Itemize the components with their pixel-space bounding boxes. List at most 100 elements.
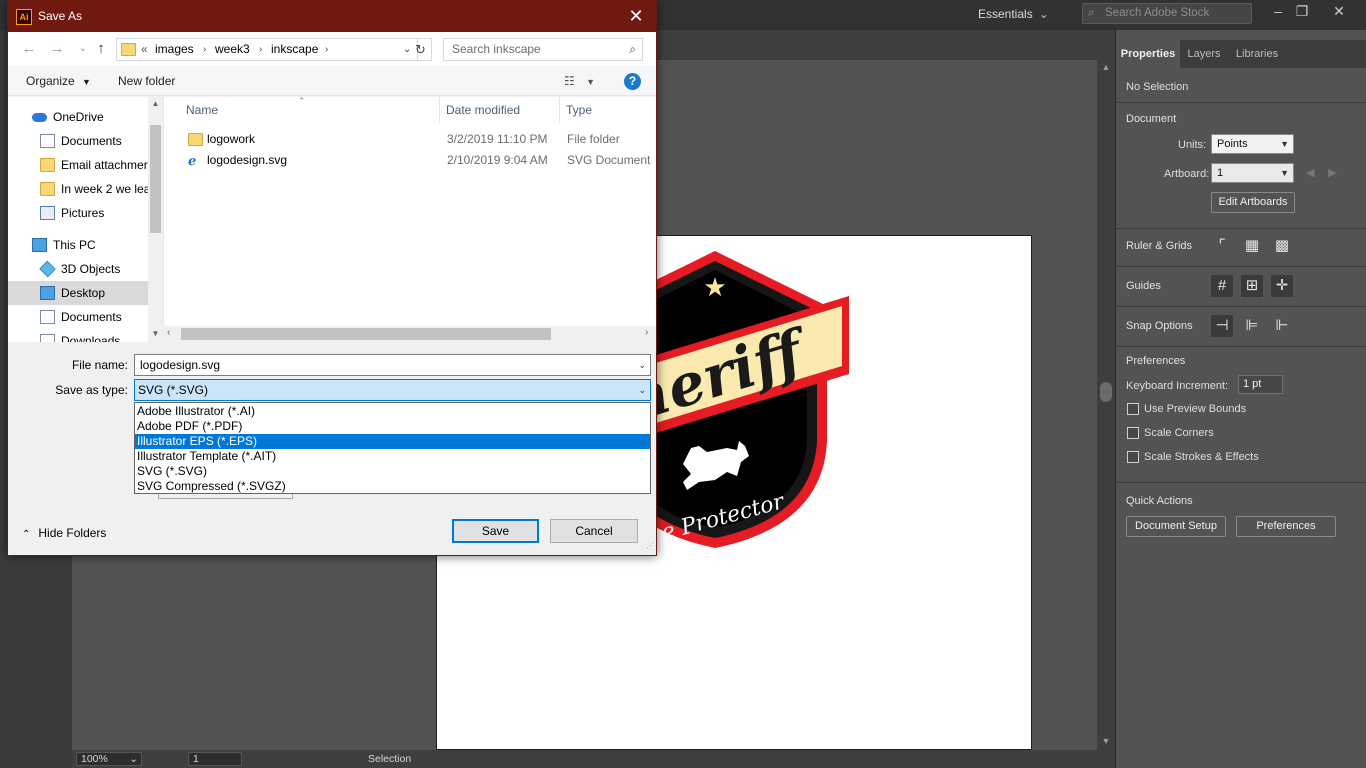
column-header-date[interactable]: Date modified bbox=[440, 97, 560, 123]
close-icon[interactable]: ✕ bbox=[1322, 0, 1356, 26]
save-button[interactable]: Save bbox=[452, 519, 539, 543]
scroll-thumb[interactable] bbox=[150, 125, 161, 233]
nav-item-documents[interactable]: Documents bbox=[8, 129, 148, 153]
back-arrow-icon[interactable]: ← bbox=[18, 38, 40, 60]
chevron-right-icon[interactable]: › bbox=[203, 39, 206, 60]
file-name-input[interactable]: logodesign.svg ⌄ bbox=[134, 354, 651, 376]
column-header-name[interactable]: Name ⌃ bbox=[180, 96, 440, 123]
scale-corners-checkbox[interactable] bbox=[1127, 427, 1139, 439]
file-row-logowork[interactable]: logowork 3/2/2019 11:10 PM File folder bbox=[164, 129, 657, 150]
scroll-down-icon[interactable]: ▼ bbox=[148, 329, 163, 338]
snap-to-glyph-icon[interactable]: ⊩ bbox=[1271, 315, 1293, 337]
ruler-icon[interactable]: ⌜ bbox=[1211, 235, 1233, 257]
breadcrumb-inkscape[interactable]: inkscape bbox=[271, 39, 318, 60]
snap-to-point-icon[interactable]: ⊣ bbox=[1211, 315, 1233, 337]
scale-corners-label: Scale Corners bbox=[1144, 427, 1214, 439]
nav-item-this-pc[interactable]: This PC bbox=[8, 233, 148, 257]
view-options-icon[interactable]: ☷ ▼ bbox=[564, 66, 595, 97]
chevron-down-icon: ▼ bbox=[1280, 139, 1289, 149]
scroll-left-icon[interactable]: ‹ bbox=[167, 327, 170, 338]
next-artboard-icon[interactable]: ▶ bbox=[1328, 166, 1336, 179]
nav-item-desktop[interactable]: Desktop bbox=[8, 281, 148, 305]
type-option-pdf[interactable]: Adobe PDF (*.PDF) bbox=[135, 419, 650, 434]
breadcrumb-overflow[interactable]: « bbox=[141, 39, 148, 60]
scale-strokes-checkbox[interactable] bbox=[1127, 451, 1139, 463]
nav-item-week2[interactable]: In week 2 we lea bbox=[8, 177, 148, 201]
snap-options-heading: Snap Options bbox=[1126, 320, 1193, 332]
close-icon[interactable]: ✕ bbox=[616, 1, 656, 32]
organize-label: Organize bbox=[26, 74, 75, 88]
nav-item-documents-pc[interactable]: Documents bbox=[8, 305, 148, 329]
nav-item-onedrive[interactable]: OneDrive bbox=[8, 105, 148, 129]
resize-grip-icon[interactable]: ⋰ bbox=[646, 541, 654, 550]
type-option-ait[interactable]: Illustrator Template (*.AIT) bbox=[135, 449, 650, 464]
file-list-scrollbar[interactable]: ‹ › bbox=[163, 326, 656, 342]
units-value: Points bbox=[1217, 138, 1248, 150]
nav-item-email-attachments[interactable]: Email attachmer bbox=[8, 153, 148, 177]
type-option-svgz[interactable]: SVG Compressed (*.SVGZ) bbox=[135, 479, 650, 494]
scroll-thumb[interactable] bbox=[181, 328, 551, 340]
type-option-ai[interactable]: Adobe Illustrator (*.AI) bbox=[135, 404, 650, 419]
documents-icon bbox=[40, 134, 55, 148]
snap-to-pixel-icon[interactable]: ⊫ bbox=[1241, 315, 1263, 337]
zoom-select[interactable]: 100% ⌄ bbox=[76, 752, 142, 766]
up-arrow-icon[interactable]: ↑ bbox=[90, 38, 112, 60]
nav-item-3d-objects[interactable]: 3D Objects bbox=[8, 257, 148, 281]
document-heading: Document bbox=[1126, 113, 1177, 125]
scroll-thumb[interactable] bbox=[1100, 382, 1112, 402]
chevron-down-icon: ⌄ bbox=[1038, 7, 1049, 21]
cancel-button[interactable]: Cancel bbox=[550, 519, 638, 543]
restore-icon[interactable]: ❐ bbox=[1285, 0, 1319, 26]
organize-menu[interactable]: Organize ▼ bbox=[26, 66, 91, 97]
column-header-type[interactable]: Type bbox=[560, 97, 657, 123]
canvas-vertical-scrollbar[interactable]: ▲ ▼ bbox=[1097, 60, 1115, 750]
help-icon[interactable]: ? bbox=[624, 73, 641, 90]
scroll-right-icon[interactable]: › bbox=[645, 327, 648, 338]
type-option-eps[interactable]: Illustrator EPS (*.EPS) bbox=[135, 434, 650, 449]
refresh-icon[interactable]: ↻ bbox=[410, 38, 432, 61]
scroll-up-icon[interactable]: ▲ bbox=[148, 99, 163, 108]
nav-label: Documents bbox=[61, 134, 122, 148]
chevron-down-icon[interactable]: ⌄ bbox=[638, 355, 646, 375]
address-bar[interactable]: « images › week3 › inkscape › ⌄ bbox=[116, 38, 418, 61]
nav-item-downloads[interactable]: Downloads bbox=[8, 329, 148, 342]
breadcrumb-images[interactable]: images bbox=[155, 39, 194, 60]
grid-icon[interactable]: ▦ bbox=[1241, 235, 1263, 257]
chevron-right-icon[interactable]: › bbox=[259, 39, 262, 60]
save-type-select[interactable]: SVG (*.SVG) ⌄ bbox=[134, 379, 651, 401]
show-guides-icon[interactable]: # bbox=[1211, 275, 1233, 297]
tab-layers[interactable]: Layers bbox=[1180, 40, 1228, 68]
search-input[interactable]: Search inkscape ⌕ bbox=[443, 38, 643, 61]
tab-libraries[interactable]: Libraries bbox=[1228, 40, 1286, 68]
new-folder-button[interactable]: New folder bbox=[118, 66, 175, 96]
search-icon: ⌕ bbox=[629, 42, 636, 56]
keyboard-increment-input[interactable]: 1 pt bbox=[1238, 375, 1283, 394]
tab-properties[interactable]: Properties bbox=[1116, 40, 1180, 68]
workspace-switcher[interactable]: Essentials ⌄ bbox=[978, 4, 1049, 24]
sort-arrow-icon: ⌃ bbox=[298, 96, 306, 106]
artboard-navigator[interactable]: 1 bbox=[188, 752, 242, 766]
stock-search-input[interactable]: ⌕ Search Adobe Stock bbox=[1082, 3, 1252, 24]
file-row-logodesign[interactable]: ℯ logodesign.svg 2/10/2019 9:04 AM SVG D… bbox=[164, 150, 657, 171]
hide-folders-toggle[interactable]: ⌃ Hide Folders bbox=[22, 523, 106, 545]
chevron-right-icon[interactable]: › bbox=[325, 39, 328, 60]
document-setup-button[interactable]: Document Setup bbox=[1126, 516, 1226, 537]
use-preview-bounds-checkbox[interactable] bbox=[1127, 403, 1139, 415]
scroll-down-icon[interactable]: ▼ bbox=[1097, 736, 1115, 746]
chevron-down-icon[interactable]: ⌄ bbox=[638, 380, 646, 400]
artboard-select[interactable]: 1 ▼ bbox=[1211, 163, 1294, 183]
units-select[interactable]: Points ▼ bbox=[1211, 134, 1294, 154]
transparency-grid-icon[interactable]: ▩ bbox=[1271, 235, 1293, 257]
breadcrumb-week3[interactable]: week3 bbox=[215, 39, 250, 60]
smart-guides-icon[interactable]: ✛ bbox=[1271, 275, 1293, 297]
edit-artboards-button[interactable]: Edit Artboards bbox=[1211, 192, 1295, 213]
file-date: 2/10/2019 9:04 AM bbox=[447, 153, 548, 167]
type-option-svg[interactable]: SVG (*.SVG) bbox=[135, 464, 650, 479]
scroll-up-icon[interactable]: ▲ bbox=[1097, 62, 1115, 72]
nav-item-pictures[interactable]: Pictures bbox=[8, 201, 148, 225]
forward-arrow-icon[interactable]: → bbox=[46, 38, 68, 60]
lock-guides-icon[interactable]: ⊞ bbox=[1241, 275, 1263, 297]
nav-pane-scrollbar[interactable]: ▲ ▼ bbox=[148, 97, 163, 342]
preferences-button[interactable]: Preferences bbox=[1236, 516, 1336, 537]
previous-artboard-icon[interactable]: ◀ bbox=[1306, 166, 1314, 179]
